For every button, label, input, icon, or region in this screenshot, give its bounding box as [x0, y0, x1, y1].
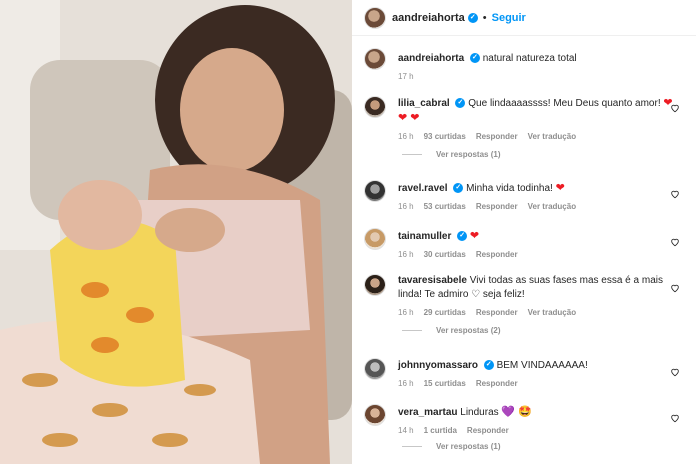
- verified-badge-icon: ✓: [483, 360, 494, 371]
- reply-button[interactable]: Responder: [476, 379, 518, 388]
- comment-likes[interactable]: 53 curtidas: [424, 202, 466, 211]
- avatar[interactable]: [364, 48, 386, 70]
- avatar[interactable]: [364, 96, 386, 118]
- heart-outline-icon[interactable]: [670, 364, 682, 377]
- comment-item: tainamuller ✓ ❤ 16 h 30 curtidas Respond…: [364, 228, 684, 259]
- comment-text: Linduras: [460, 407, 499, 418]
- heart-outline-icon[interactable]: [670, 186, 682, 199]
- comment-time: 16 h: [398, 250, 414, 259]
- comment-item: lilia_cabral ✓ Que lindaaaassss! Meu Deu…: [364, 96, 684, 159]
- photo-illustration: [0, 0, 352, 464]
- heart-outline-icon[interactable]: [670, 100, 682, 113]
- comment-time: 16 h: [398, 308, 414, 317]
- comment-time: 16 h: [398, 379, 414, 388]
- header-username[interactable]: aandreiahorta: [392, 12, 465, 24]
- replies-divider: [402, 446, 422, 447]
- view-replies-label: Ver respostas (1): [436, 150, 501, 159]
- comment-text: BEM VINDAAAAAA!: [496, 360, 588, 371]
- reply-button[interactable]: Responder: [467, 426, 509, 435]
- comment-username[interactable]: vera_martau: [398, 407, 457, 418]
- comment-likes[interactable]: 1 curtida: [424, 426, 457, 435]
- follow-button[interactable]: Seguir: [492, 12, 526, 24]
- verified-badge-icon: ✓: [453, 183, 464, 194]
- avatar[interactable]: [364, 6, 386, 29]
- avatar[interactable]: [364, 180, 386, 202]
- comment-time: 16 h: [398, 132, 414, 141]
- comment-time: 14 h: [398, 426, 414, 435]
- comments-panel: aandreiahorta ✓ • Seguir aandreiahorta ✓…: [352, 0, 696, 464]
- comment-item: tavaresisabele Vivi todas as suas fases …: [364, 274, 684, 335]
- replies-divider: [402, 330, 422, 331]
- avatar[interactable]: [364, 228, 386, 250]
- avatar[interactable]: [364, 358, 386, 380]
- heart-outline-icon[interactable]: [670, 234, 682, 247]
- avatar[interactable]: [364, 274, 386, 296]
- translate-button[interactable]: Ver tradução: [528, 202, 576, 211]
- caption-username[interactable]: aandreiahorta: [398, 53, 464, 64]
- view-replies-label: Ver respostas (2): [436, 326, 501, 335]
- comment-likes[interactable]: 93 curtidas: [424, 132, 466, 141]
- comment-username[interactable]: ravel.ravel: [398, 183, 448, 194]
- comment-time: 16 h: [398, 202, 414, 211]
- comment-username[interactable]: johnnyomassaro: [398, 360, 478, 371]
- view-replies-label: Ver respostas (1): [436, 442, 501, 451]
- translate-button[interactable]: Ver tradução: [528, 308, 576, 317]
- verified-badge-icon: ✓: [455, 98, 466, 109]
- comment-item: ravel.ravel ✓ Minha vida todinha! ❤ 16 h…: [364, 180, 684, 211]
- verified-badge-icon: ✓: [469, 53, 480, 64]
- caption-time: 17 h: [398, 72, 414, 81]
- translate-button[interactable]: Ver tradução: [528, 132, 576, 141]
- post-photo[interactable]: [0, 0, 352, 464]
- comment-likes[interactable]: 30 curtidas: [424, 250, 466, 259]
- separator-dot: •: [482, 11, 487, 24]
- comment-item: johnnyomassaro ✓ BEM VINDAAAAAA! 16 h 15…: [364, 358, 684, 388]
- heart-outline-icon[interactable]: [670, 280, 682, 293]
- comment-text: Que lindaaaassss! Meu Deus quanto amor!: [468, 98, 661, 109]
- comment-emoji: ❤: [555, 182, 565, 194]
- comment-item: vera_martau Linduras 💜 🤩 14 h 1 curtida …: [364, 404, 684, 451]
- avatar[interactable]: [364, 404, 386, 426]
- view-replies-button[interactable]: Ver respostas (1): [402, 442, 684, 451]
- post-caption: aandreiahorta ✓ natural natureza total 1…: [364, 48, 684, 81]
- comment-username[interactable]: tavaresisabele: [398, 275, 467, 286]
- comment-username[interactable]: lilia_cabral: [398, 98, 450, 109]
- comment-username[interactable]: tainamuller: [398, 231, 451, 242]
- comment-emoji: 💜 🤩: [501, 406, 532, 418]
- comment-text: Minha vida todinha!: [466, 183, 553, 194]
- comment-emoji: ❤: [469, 230, 480, 242]
- view-replies-button[interactable]: Ver respostas (2): [402, 326, 684, 335]
- verified-badge-icon: ✓: [457, 231, 468, 242]
- heart-outline-icon[interactable]: [670, 410, 682, 423]
- comment-likes[interactable]: 29 curtidas: [424, 308, 466, 317]
- reply-button[interactable]: Responder: [476, 132, 518, 141]
- reply-button[interactable]: Responder: [476, 308, 518, 317]
- view-replies-button[interactable]: Ver respostas (1): [402, 150, 684, 159]
- comment-likes[interactable]: 15 curtidas: [424, 379, 466, 388]
- caption-text: natural natureza total: [482, 53, 577, 64]
- replies-divider: [402, 154, 422, 155]
- reply-button[interactable]: Responder: [476, 250, 518, 259]
- verified-badge-icon: ✓: [467, 12, 478, 23]
- post-header: aandreiahorta ✓ • Seguir: [352, 0, 696, 36]
- reply-button[interactable]: Responder: [476, 202, 518, 211]
